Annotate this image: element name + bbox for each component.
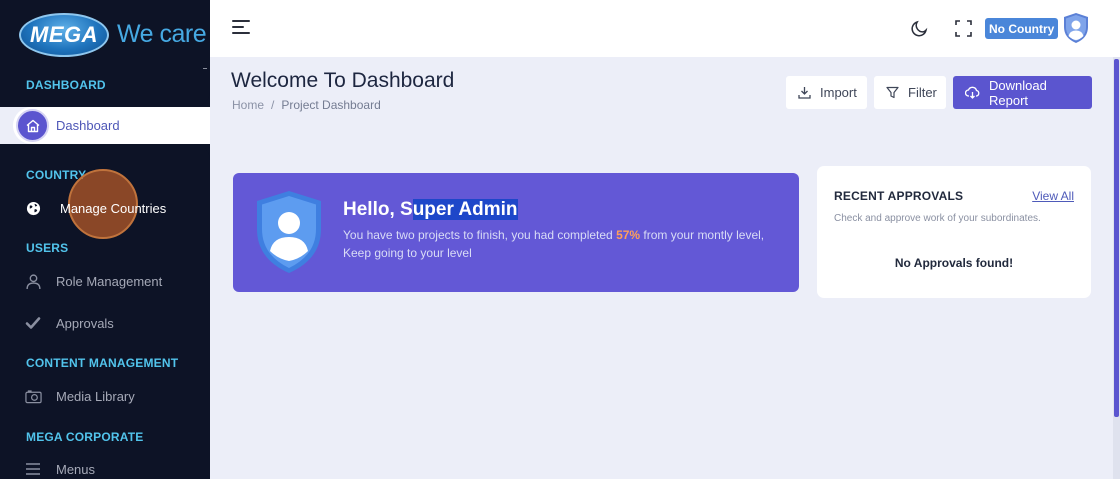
hamburger-icon[interactable]: [232, 20, 250, 34]
welcome-card: Hello, Super Admin You have two projects…: [233, 173, 799, 292]
sidebar-item-role-management[interactable]: Role Management: [24, 272, 162, 290]
recent-approvals-card: RECENT APPROVALS View All Check and appr…: [817, 166, 1091, 298]
country-badge[interactable]: No Country: [985, 18, 1059, 39]
logo-badge: MEGA: [19, 12, 109, 57]
sidebar-item-media-library[interactable]: Media Library: [24, 387, 135, 405]
brand-logo[interactable]: MEGA We care: [0, 0, 210, 69]
section-label-content-management: CONTENT MANAGEMENT: [26, 356, 179, 370]
section-label-users: USERS: [26, 241, 69, 255]
logo-tagline: We care: [117, 20, 207, 48]
fullscreen-icon[interactable]: [953, 18, 973, 38]
approvals-title: RECENT APPROVALS: [834, 189, 964, 203]
user-icon: [24, 272, 42, 290]
download-report-label: Download Report: [989, 77, 1047, 108]
welcome-text-before: You have two projects to finish, you had…: [343, 228, 617, 242]
import-button[interactable]: Import: [786, 76, 867, 109]
page-title: Welcome To Dashboard: [231, 69, 455, 92]
sidebar-item-menus[interactable]: Menus: [24, 460, 95, 478]
sidebar-item-dashboard-label-wrap[interactable]: Dashboard: [56, 118, 120, 133]
moon-icon[interactable]: [910, 18, 930, 38]
view-all-link[interactable]: View All: [1032, 189, 1074, 203]
camera-icon: [24, 387, 42, 405]
sidebar-item-label: Dashboard: [56, 118, 120, 133]
sidebar-item-label: Approvals: [56, 315, 114, 331]
breadcrumb-separator: /: [271, 98, 275, 112]
home-icon: [16, 109, 49, 142]
filter-label: Filter: [908, 85, 937, 100]
sidebar: MEGA We care DASHBOARD Dashboard COUNTRY…: [0, 0, 210, 479]
section-label-dashboard: DASHBOARD: [26, 78, 106, 92]
welcome-greeting: Hello, Super Admin: [343, 199, 518, 221]
breadcrumb-current: Project Dashboard: [281, 98, 381, 112]
approvals-subtitle: Check and approve work of your subordina…: [834, 213, 1041, 224]
sidebar-item-label: Manage Countries: [60, 200, 167, 216]
globe-icon: [24, 199, 42, 217]
download-report-button[interactable]: Download Report: [953, 76, 1092, 109]
breadcrumb-home[interactable]: Home: [232, 98, 264, 112]
sidebar-item-manage-countries[interactable]: Manage Countries: [24, 199, 166, 217]
top-bar: No Country: [210, 0, 1120, 57]
cloud-download-icon: [965, 86, 980, 99]
shield-user-icon: [253, 189, 325, 275]
download-icon: [798, 86, 811, 99]
page-scrollbar-thumb[interactable]: [1114, 59, 1119, 417]
progress-percent: 57%: [616, 228, 641, 242]
greeting-highlight: uper Admin: [412, 199, 518, 220]
welcome-message: You have two projects to finish, you had…: [343, 226, 793, 262]
section-label-mega-corporate: MEGA CORPORATE: [26, 430, 144, 444]
sidebar-item-label: Menus: [56, 461, 96, 477]
sidebar-item-label: Media Library: [56, 388, 135, 404]
filter-icon: [886, 86, 899, 99]
sidebar-item-label: Role Management: [56, 273, 163, 289]
approvals-empty-state: No Approvals found!: [894, 256, 1014, 270]
menu-icon: [24, 460, 42, 478]
sidebar-item-approvals[interactable]: Approvals: [24, 314, 114, 332]
import-label: Import: [820, 85, 857, 100]
breadcrumb: Home / Project Dashboard: [232, 98, 381, 112]
greeting-prefix: Hello, S: [343, 199, 413, 220]
check-icon: [24, 314, 42, 332]
filter-button[interactable]: Filter: [874, 76, 946, 109]
avatar-shield-icon[interactable]: [1062, 12, 1090, 44]
